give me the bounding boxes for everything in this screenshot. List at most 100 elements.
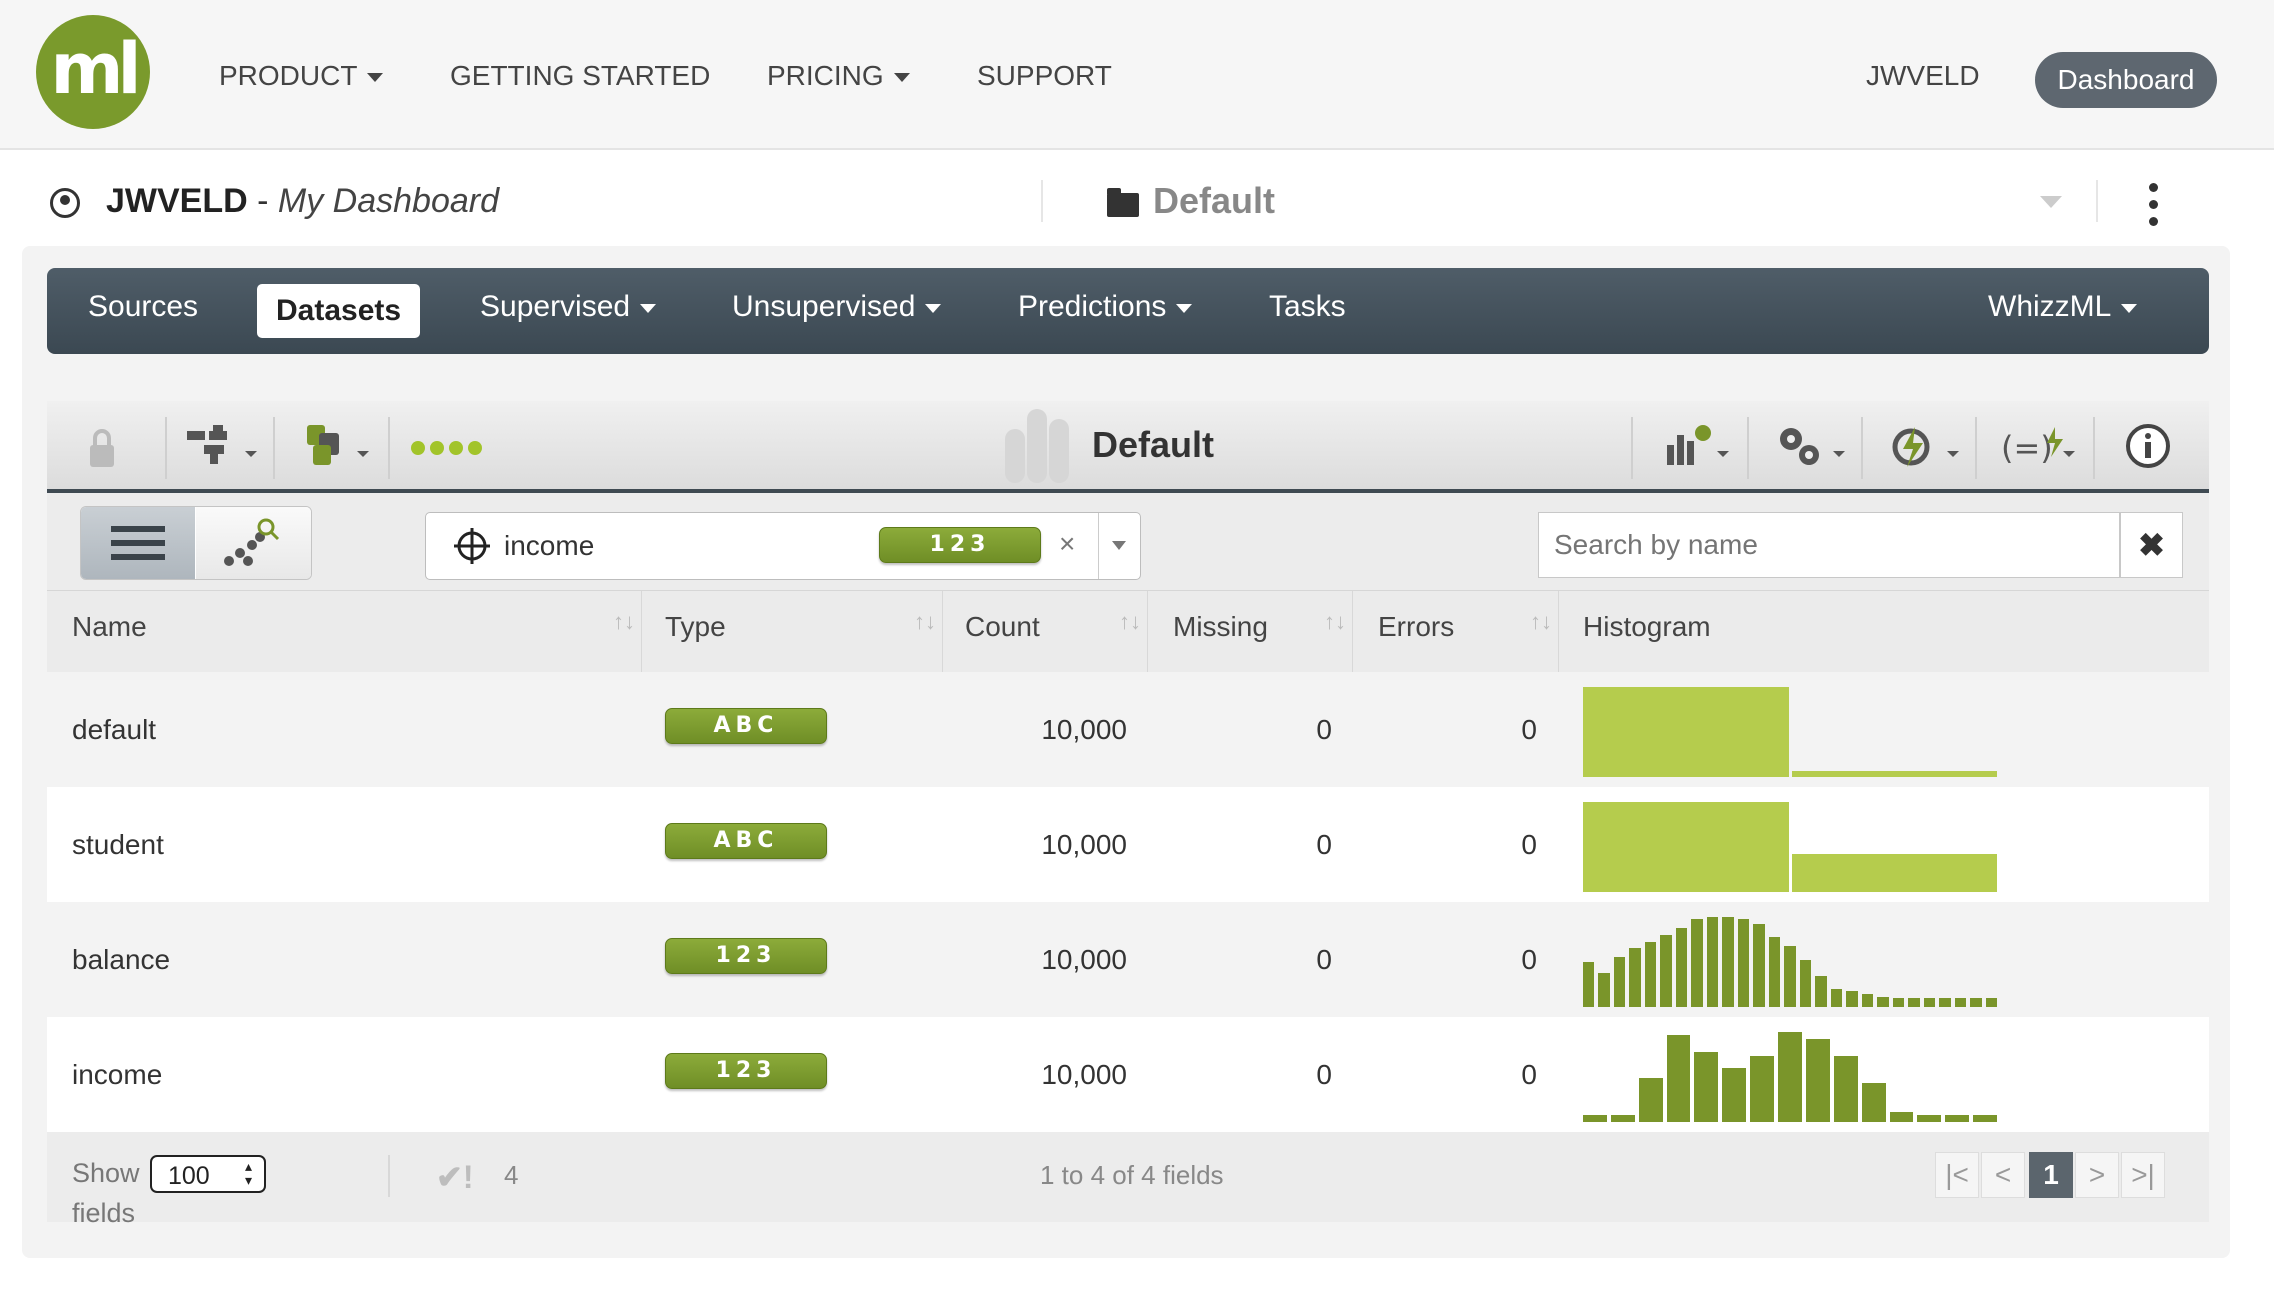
histogram-bar: [1638, 1078, 1663, 1122]
dataset-ops-icon[interactable]: [305, 423, 371, 469]
field-name[interactable]: student: [72, 829, 164, 861]
next-page-button[interactable]: >: [2075, 1152, 2119, 1198]
tab-predictions[interactable]: Predictions: [1018, 290, 1193, 324]
dashboard-title: JWVELD - My Dashboard: [106, 182, 499, 221]
flatline-icon[interactable]: (=): [2001, 423, 2077, 469]
search-clear-icon[interactable]: ✖: [2120, 512, 2183, 578]
field-count: 10,000: [1041, 944, 1127, 975]
histogram-bar: [1583, 962, 1595, 1007]
tab-tasks[interactable]: Tasks: [1269, 290, 1346, 324]
info-icon[interactable]: [2125, 423, 2171, 469]
field-count: 10,000: [1041, 714, 1127, 745]
column-divider: [1147, 591, 1148, 673]
model-config-icon[interactable]: [1665, 423, 1731, 469]
lock-icon[interactable]: [87, 425, 117, 471]
col-type[interactable]: Type: [665, 611, 726, 643]
histogram-bar: [1629, 948, 1641, 1007]
table-row[interactable]: balance 123 10,000 0 0: [47, 902, 2209, 1017]
tab-unsupervised[interactable]: Unsupervised: [732, 290, 942, 324]
tab-datasets[interactable]: Datasets: [257, 284, 421, 338]
prev-page-button[interactable]: <: [1981, 1152, 2025, 1198]
field-name[interactable]: default: [72, 714, 156, 746]
first-page-button[interactable]: |<: [1935, 1152, 1979, 1198]
histogram-bar: [1892, 998, 1905, 1007]
col-count[interactable]: Count: [965, 611, 1040, 643]
chevron-down-icon: [367, 73, 384, 83]
nav-username[interactable]: JWVELD: [1866, 60, 1980, 92]
field-count: 10,000: [1041, 829, 1127, 860]
tab-whizzml[interactable]: WhizzML: [1988, 290, 2138, 324]
nav-support[interactable]: SUPPORT: [977, 60, 1112, 92]
objective-dropdown-icon[interactable]: [1098, 513, 1141, 579]
nav-getting-started[interactable]: GETTING STARTED: [450, 60, 710, 92]
fields-label: fields: [72, 1198, 136, 1228]
dashboard-button[interactable]: Dashboard: [2035, 52, 2217, 108]
model-tree-icon[interactable]: [187, 423, 257, 469]
sort-icon[interactable]: ↑↓: [1119, 611, 1141, 649]
sort-icon[interactable]: ↑↓: [613, 611, 635, 649]
nav-product[interactable]: PRODUCT: [219, 60, 384, 92]
scatter-view-button[interactable]: [196, 507, 311, 579]
histogram-bar: [1666, 1035, 1691, 1122]
gear-icon[interactable]: [1775, 423, 1847, 469]
current-page-button[interactable]: 1: [2029, 1152, 2073, 1198]
bigml-logo[interactable]: ml: [36, 15, 150, 129]
field-errors: 0: [1521, 829, 1537, 860]
col-name[interactable]: Name: [72, 611, 147, 643]
tab-sources[interactable]: Sources: [88, 290, 198, 324]
field-errors: 0: [1521, 714, 1537, 745]
histogram[interactable]: [1583, 1032, 1997, 1122]
histogram-bar: [1805, 1039, 1830, 1122]
chevron-down-icon: [1176, 303, 1193, 313]
search-input[interactable]: [1538, 512, 2120, 578]
histogram-bar: [1598, 973, 1610, 1007]
field-name[interactable]: income: [72, 1059, 162, 1091]
histogram-bar: [1861, 1083, 1886, 1122]
nav-pricing[interactable]: PRICING: [767, 60, 910, 92]
histogram[interactable]: [1583, 802, 1997, 892]
column-divider: [1558, 591, 1559, 673]
sort-icon[interactable]: ↑↓: [1324, 611, 1346, 649]
field-status-icon[interactable]: ✔!: [436, 1158, 473, 1196]
list-view-button[interactable]: [81, 507, 195, 579]
table-row[interactable]: default ABC 10,000 0 0: [47, 672, 2209, 787]
folder-icon: [1107, 188, 1139, 217]
clear-objective-icon[interactable]: ×: [1059, 528, 1075, 560]
target-icon: [454, 528, 490, 564]
histogram-bar: [1945, 1115, 1970, 1122]
histogram-bar: [1917, 1115, 1942, 1122]
histogram-bar: [1784, 946, 1796, 1007]
field-name[interactable]: balance: [72, 944, 170, 976]
sort-icon[interactable]: ↑↓: [914, 611, 936, 649]
toolbar-divider: [388, 417, 390, 479]
column-divider: [942, 591, 943, 673]
histogram-bar: [1791, 854, 1997, 892]
histogram-bar: [1722, 917, 1734, 1007]
one-click-icon[interactable]: [1889, 423, 1961, 469]
tab-supervised[interactable]: Supervised: [480, 290, 657, 324]
objective-field-selector[interactable]: income 123 ×: [425, 512, 1141, 580]
col-missing[interactable]: Missing: [1173, 611, 1268, 643]
sort-icon[interactable]: ↑↓: [1530, 611, 1552, 649]
last-page-button[interactable]: >|: [2121, 1152, 2165, 1198]
col-histogram: Histogram: [1583, 611, 1711, 642]
more-options-icon[interactable]: [2145, 182, 2161, 228]
col-errors[interactable]: Errors: [1378, 611, 1454, 643]
field-errors: 0: [1521, 944, 1537, 975]
table-row[interactable]: income 123 10,000 0 0: [47, 1017, 2209, 1132]
type-badge: 123: [665, 1053, 827, 1089]
project-dropdown-icon[interactable]: [2040, 196, 2062, 208]
histogram[interactable]: [1583, 687, 1997, 777]
field-missing: 0: [1316, 829, 1332, 860]
table-row[interactable]: student ABC 10,000 0 0: [47, 787, 2209, 902]
nav-pricing-label: PRICING: [767, 60, 884, 91]
dashboard-subtitle: My Dashboard: [277, 182, 500, 220]
histogram-bar: [1778, 1032, 1802, 1122]
histogram-bar: [1861, 994, 1874, 1007]
histogram-bar: [1791, 771, 1997, 777]
tab-unsupervised-label: Unsupervised: [732, 290, 916, 323]
histogram[interactable]: [1583, 917, 1997, 1007]
project-selector[interactable]: Default: [1153, 180, 1275, 222]
page-size-select[interactable]: 100: [150, 1155, 266, 1193]
histogram-bar: [1583, 802, 1789, 892]
